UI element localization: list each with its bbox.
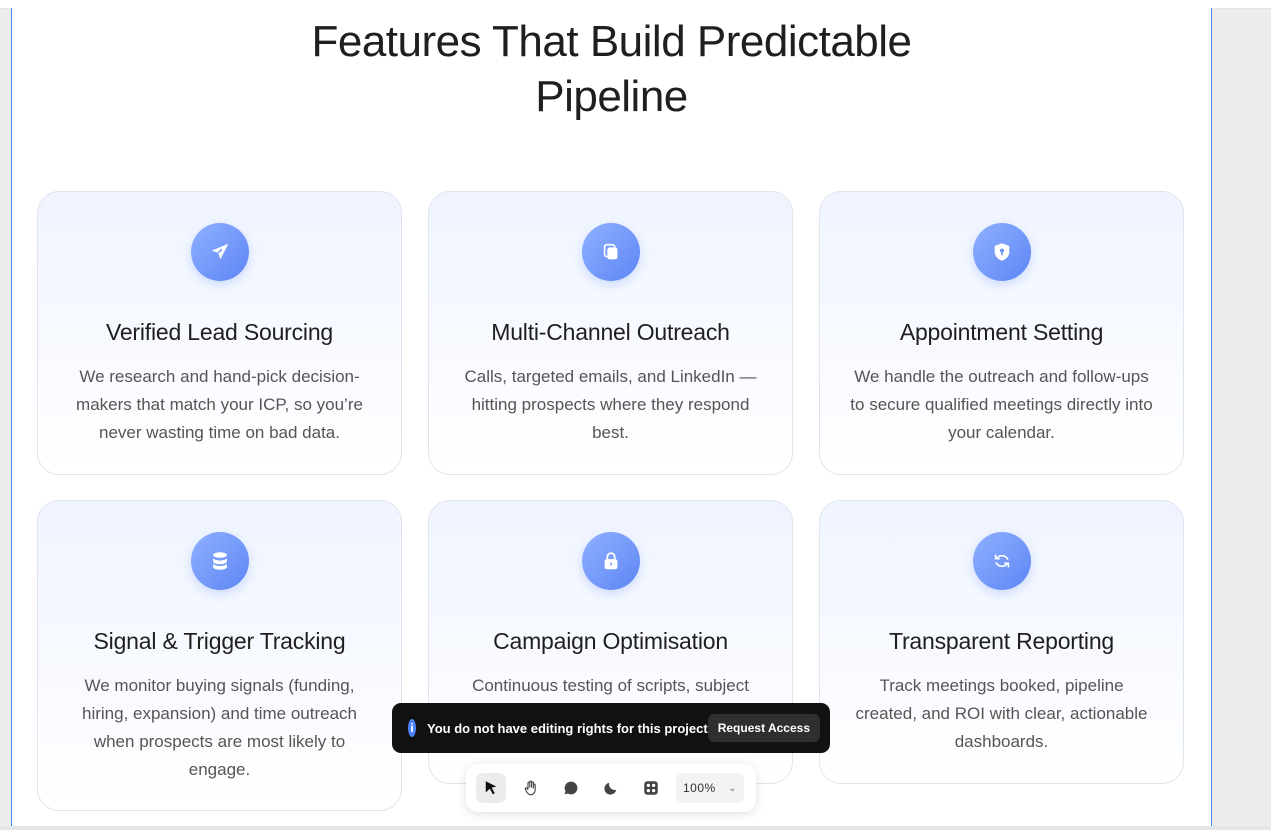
- shield-icon: [972, 223, 1031, 281]
- copy-icon: [581, 223, 640, 281]
- toast-message: You do not have editing rights for this …: [427, 720, 708, 736]
- card-description: Calls, targeted emails, and LinkedIn — h…: [464, 367, 757, 442]
- paper-plane-icon: [190, 223, 249, 281]
- card-title: Verified Lead Sourcing: [105, 319, 334, 345]
- card-title: Signal & Trigger Tracking: [93, 628, 346, 654]
- hand-tool-button[interactable]: [516, 773, 546, 803]
- hand-icon: [524, 780, 536, 796]
- card-description: Track meetings booked, pipeline created,…: [855, 676, 1148, 751]
- select-tool-button[interactable]: [476, 773, 506, 803]
- info-icon: i: [408, 719, 416, 737]
- refresh-icon: [972, 532, 1031, 590]
- card-description: We monitor buying signals (funding, hiri…: [82, 676, 357, 779]
- canvas-toolbar: 100% ⌄: [466, 764, 756, 812]
- card-description: We handle the outreach and follow-ups to…: [850, 367, 1153, 442]
- card-title: Multi-Channel Outreach: [491, 319, 730, 345]
- feature-card-signal-tracking: Signal & Trigger Tracking We monitor buy…: [37, 500, 402, 811]
- request-access-button[interactable]: Request Access: [707, 714, 820, 742]
- moon-icon: [604, 782, 617, 795]
- feature-card-appointment: Appointment Setting We handle the outrea…: [819, 191, 1184, 475]
- feature-card-reporting: Transparent Reporting Track meetings boo…: [819, 500, 1184, 784]
- bottom-strip: [0, 826, 1271, 830]
- section-heading: Features That Build Predictable Pipeline: [12, 14, 1211, 124]
- feature-card-outreach: Multi-Channel Outreach Calls, targeted e…: [428, 191, 793, 475]
- feature-card-lead-sourcing: Verified Lead Sourcing We research and h…: [37, 191, 402, 475]
- heading-line-1: Features That Build Predictable: [311, 17, 912, 66]
- card-title: Campaign Optimisation: [493, 628, 728, 654]
- components-icon: [644, 781, 658, 795]
- zoom-select[interactable]: 100% ⌄: [676, 773, 744, 803]
- comment-tool-button[interactable]: [556, 773, 586, 803]
- comment-icon: [564, 781, 578, 795]
- lock-icon: [581, 532, 640, 590]
- card-description: We research and hand-pick decision-maker…: [76, 367, 363, 442]
- no-edit-rights-toast: i You do not have editing rights for thi…: [392, 703, 830, 753]
- chevron-down-icon: ⌄: [728, 782, 737, 794]
- heading-line-2: Pipeline: [535, 72, 688, 121]
- card-title: Appointment Setting: [899, 319, 1104, 345]
- card-title: Transparent Reporting: [888, 628, 1115, 654]
- database-icon: [190, 532, 249, 590]
- card-description: Continuous testing of scripts, subject: [472, 676, 749, 695]
- zoom-level: 100%: [683, 781, 716, 795]
- components-tool-button[interactable]: [636, 773, 666, 803]
- dark-mode-toggle[interactable]: [596, 773, 626, 803]
- cursor-icon: [485, 781, 497, 795]
